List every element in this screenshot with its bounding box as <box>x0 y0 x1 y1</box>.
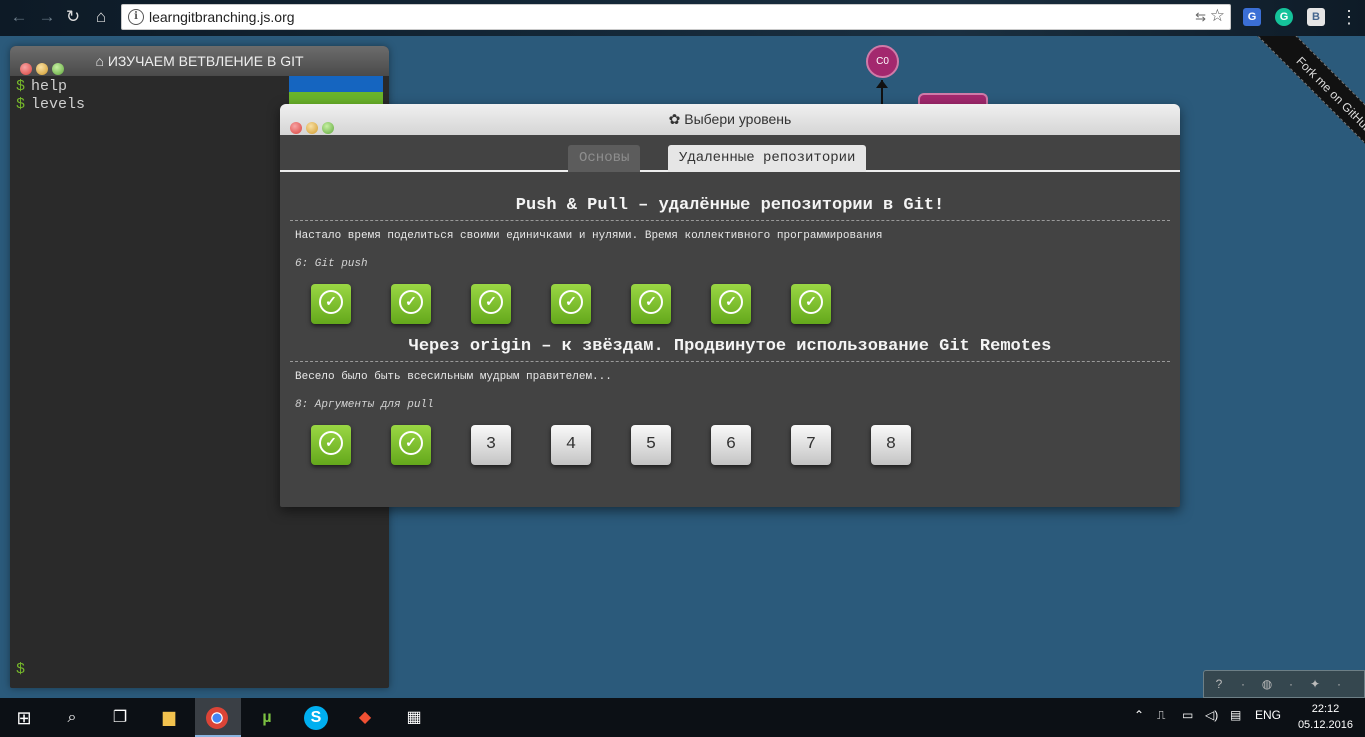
github-ribbon-wrap: Fork me on GitHub <box>1225 36 1365 176</box>
terminal-input-prompt[interactable]: $ <box>16 661 25 678</box>
section-title: Push & Pull – удалённые репозитории в Gi… <box>515 196 945 215</box>
chrome-icon[interactable] <box>206 707 228 729</box>
network-icon[interactable]: ⎍ <box>1157 708 1165 723</box>
level-button[interactable]: 8 <box>871 425 911 465</box>
terminal-title: ⌂ ИЗУЧАЕМ ВЕТВЛЕНИЕ В GIT <box>95 53 304 69</box>
forward-icon[interactable]: → <box>36 6 58 28</box>
dialog-titlebar: ✿ Выбери уровень <box>280 104 1180 135</box>
social-links: ?·◍·✦·f <box>1203 670 1365 717</box>
level-button[interactable]: 5 <box>631 425 671 465</box>
check-icon: ✓ <box>319 431 343 455</box>
check-icon: ✓ <box>799 290 823 314</box>
windows-taskbar: ⊞ ⌕ ❐ ▆ µ S ◆ ▦ ⌃ ⎍ ▭ ◁) ▤ ENG 22:12 05.… <box>0 698 1365 737</box>
clock-date: 05.12.2016 <box>1297 719 1353 731</box>
level-button-done[interactable]: ✓ <box>311 284 351 324</box>
level-tabs: Основы Удаленные репозитории <box>280 135 1180 172</box>
check-icon: ✓ <box>319 290 343 314</box>
help-icon[interactable]: ? <box>1210 671 1228 697</box>
level-button-done[interactable]: ✓ <box>471 284 511 324</box>
section-description: Настало время поделиться своими единичка… <box>295 230 883 242</box>
fork-github-ribbon[interactable]: Fork me on GitHub <box>1247 36 1365 176</box>
file-explorer-icon[interactable]: ▆ <box>157 706 181 730</box>
level-grid: ✓ ✓ 3 4 5 6 7 8 <box>280 425 1180 467</box>
level-button[interactable]: 7 <box>791 425 831 465</box>
globe-icon[interactable]: ◍ <box>1258 671 1276 697</box>
volume-icon[interactable]: ◁) <box>1205 708 1218 722</box>
browser-toolbar: ← → ↻ ⌂ i learngitbranching.js.org ⇆ ☆ G… <box>0 0 1365 36</box>
command-history-bar[interactable] <box>289 76 383 92</box>
language-indicator[interactable]: ENG <box>1255 708 1281 722</box>
task-view-icon[interactable]: ❐ <box>108 706 132 730</box>
terminal-titlebar: ⌂ ИЗУЧАЕМ ВЕТВЛЕНИЕ В GIT <box>10 46 389 76</box>
url-text[interactable]: learngitbranching.js.org <box>149 9 295 25</box>
home-icon[interactable]: ⌂ <box>90 6 112 28</box>
separator: · <box>1289 677 1293 691</box>
level-grid: ✓ ✓ ✓ ✓ ✓ ✓ ✓ <box>280 284 1180 326</box>
commit-node[interactable]: C0 <box>866 45 899 78</box>
close-dot-icon[interactable] <box>20 63 32 75</box>
level-button-done[interactable]: ✓ <box>631 284 671 324</box>
check-icon: ✓ <box>719 290 743 314</box>
level-button-done[interactable]: ✓ <box>711 284 751 324</box>
level-button-done[interactable]: ✓ <box>551 284 591 324</box>
level-button-done[interactable]: ✓ <box>391 425 431 465</box>
git-icon[interactable]: ◆ <box>353 706 377 730</box>
address-bar[interactable]: i learngitbranching.js.org ⇆ ☆ <box>121 4 1231 30</box>
notifications-icon[interactable]: ▤ <box>1230 708 1241 722</box>
windows-start-icon[interactable]: ⊞ <box>12 706 36 730</box>
dialog-title: ✿ Выбери уровень <box>668 111 792 127</box>
bookmark-star-icon[interactable]: ☆ <box>1210 6 1225 26</box>
section-description: Весело было быть всесильным мудрым прави… <box>295 371 612 383</box>
command-history-bar-green[interactable] <box>289 92 383 104</box>
check-icon: ✓ <box>559 290 583 314</box>
battery-icon[interactable]: ▭ <box>1182 708 1193 722</box>
utorrent-icon[interactable]: µ <box>255 706 279 730</box>
back-icon[interactable]: ← <box>8 6 30 28</box>
level-select-dialog: ✿ Выбери уровень Основы Удаленные репози… <box>280 104 1180 507</box>
search-icon[interactable]: ⌕ <box>60 706 84 730</box>
separator: · <box>1241 677 1245 691</box>
level-button[interactable]: 6 <box>711 425 751 465</box>
commit-edge <box>881 80 883 105</box>
minimize-dot-icon[interactable] <box>306 122 318 134</box>
section-level-name: 6: Git push <box>295 258 368 270</box>
tab-remote[interactable]: Удаленные репозитории <box>668 145 867 172</box>
system-clock[interactable]: 22:12 05.12.2016 <box>1298 701 1353 733</box>
check-icon: ✓ <box>399 431 423 455</box>
tray-chevron-icon[interactable]: ⌃ <box>1134 708 1144 722</box>
vk-extension-icon[interactable]: В <box>1307 8 1325 26</box>
grammarly-extension-icon[interactable]: G <box>1275 8 1293 26</box>
close-dot-icon[interactable] <box>290 122 302 134</box>
twitter-icon[interactable]: ✦ <box>1306 671 1324 697</box>
check-icon: ✓ <box>399 290 423 314</box>
level-button-done[interactable]: ✓ <box>311 425 351 465</box>
section-level-name: 8: Аргументы для pull <box>295 399 434 411</box>
level-button[interactable]: 3 <box>471 425 511 465</box>
window-controls <box>20 55 68 85</box>
section-title: Через origin – к звёздам. Продвинутое ис… <box>408 337 1052 356</box>
check-icon: ✓ <box>479 290 503 314</box>
google-translate-extension-icon[interactable]: G <box>1243 8 1261 26</box>
level-button[interactable]: 4 <box>551 425 591 465</box>
level-button-done[interactable]: ✓ <box>391 284 431 324</box>
minimize-dot-icon[interactable] <box>36 63 48 75</box>
tab-basics[interactable]: Основы <box>568 145 641 172</box>
maximize-dot-icon[interactable] <box>52 63 64 75</box>
info-icon[interactable]: i <box>128 9 144 25</box>
maximize-dot-icon[interactable] <box>322 122 334 134</box>
check-icon: ✓ <box>639 290 663 314</box>
translate-icon[interactable]: ⇆ <box>1195 9 1206 25</box>
menu-icon[interactable]: ⋮ <box>1338 6 1360 28</box>
skype-icon[interactable]: S <box>304 706 328 730</box>
clock-time: 22:12 <box>1311 703 1340 715</box>
reload-icon[interactable]: ↻ <box>62 6 84 28</box>
calculator-icon[interactable]: ▦ <box>402 706 426 730</box>
separator: · <box>1337 677 1341 691</box>
level-button-done[interactable]: ✓ <box>791 284 831 324</box>
